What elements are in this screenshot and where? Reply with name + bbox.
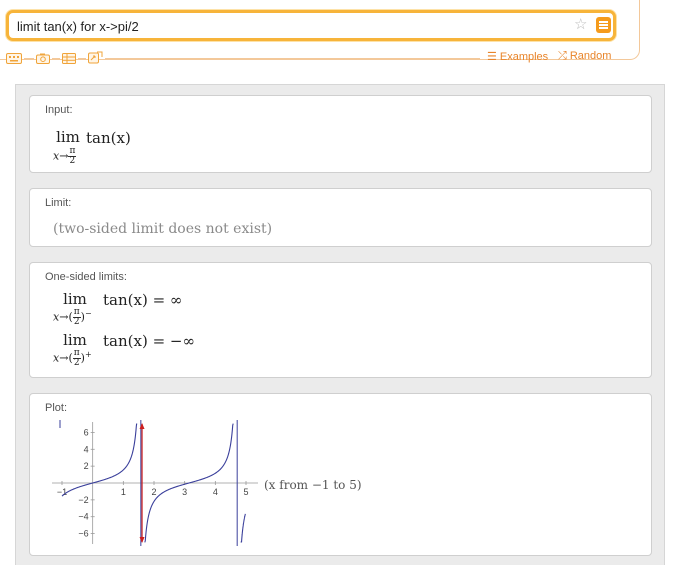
tan-curve-branch [61, 423, 138, 497]
pod-plot: Plot: −1 1 2 3 4 5 6 4 2 −2 −4 −6 (x from −1 to 5) [29, 393, 652, 556]
pod-title: Input: [45, 104, 73, 116]
pod-title: One-sided limits: [45, 271, 127, 283]
y-tick-label: −6 [78, 529, 88, 539]
y-tick-label: 2 [84, 461, 89, 471]
pod-title: Limit: [45, 197, 72, 209]
limit-subscript: x→(π 2)− [53, 307, 92, 327]
toolbar-divider [78, 58, 86, 59]
pod-title: Plot: [45, 402, 68, 414]
x-tick-label: 2 [151, 487, 156, 497]
x-tick-label: 1 [121, 487, 126, 497]
y-tick-label: 6 [84, 427, 89, 437]
submit-button[interactable] [596, 17, 611, 33]
examples-link[interactable]: ☰ Examples [487, 50, 548, 63]
toolbar-divider [105, 58, 480, 59]
y-tick-label: 4 [84, 444, 89, 454]
limit-arrow-down [139, 537, 145, 543]
limit-arrow-up [139, 423, 145, 429]
input-expression: tan(x) [86, 129, 131, 147]
plot-range-note: (x from −1 to 5) [264, 478, 362, 492]
random-link[interactable]: ⤮ Random [558, 50, 611, 63]
limit-subscript: x→ π 2 [53, 146, 77, 166]
list-icon: ☰ [487, 51, 497, 63]
x-tick-label: 3 [182, 487, 187, 497]
results-panel: Input: lim x→ π 2 tan(x) Limit: (two-sided… [15, 84, 665, 565]
table-icon[interactable] [62, 53, 76, 64]
y-tick-label: −4 [78, 512, 88, 522]
shuffle-icon: ⤮ [558, 50, 567, 62]
star-icon[interactable]: ☆ [574, 15, 587, 33]
random-tool-icon[interactable] [88, 51, 103, 65]
query-box: ☆ [6, 10, 616, 41]
pod-input: Input: lim x→ π 2 tan(x) [29, 95, 652, 173]
x-tick-label: 4 [213, 487, 218, 497]
camera-icon[interactable] [36, 53, 50, 64]
pod-limit: Limit: (two-sided limit does not exist) [29, 188, 652, 247]
tan-curve-branch [240, 513, 246, 543]
limit-operator: lim [63, 290, 87, 308]
limit-subscript: x→(π 2)+ [53, 348, 92, 368]
tan-plot: −1 1 2 3 4 5642−2−4−6 [52, 420, 258, 546]
limit-operator: lim [63, 331, 87, 349]
one-sided-expression: tan(x) = −∞ [103, 332, 195, 350]
examples-label: Examples [499, 51, 549, 63]
pod-one-sided-limits: One-sided limits: lim x→(π 2)− tan(x) = ∞… [29, 262, 652, 378]
toolbar-divider [24, 58, 34, 59]
toolbar-divider [52, 58, 60, 59]
query-input[interactable] [17, 17, 557, 35]
limit-result: (two-sided limit does not exist) [53, 221, 273, 237]
one-sided-expression: tan(x) = ∞ [103, 291, 183, 309]
keyboard-icon[interactable] [6, 53, 22, 64]
limit-operator: lim [56, 128, 80, 146]
random-label: Random [569, 50, 612, 62]
x-tick-label: 5 [243, 487, 248, 497]
y-tick-label: −2 [78, 495, 88, 505]
